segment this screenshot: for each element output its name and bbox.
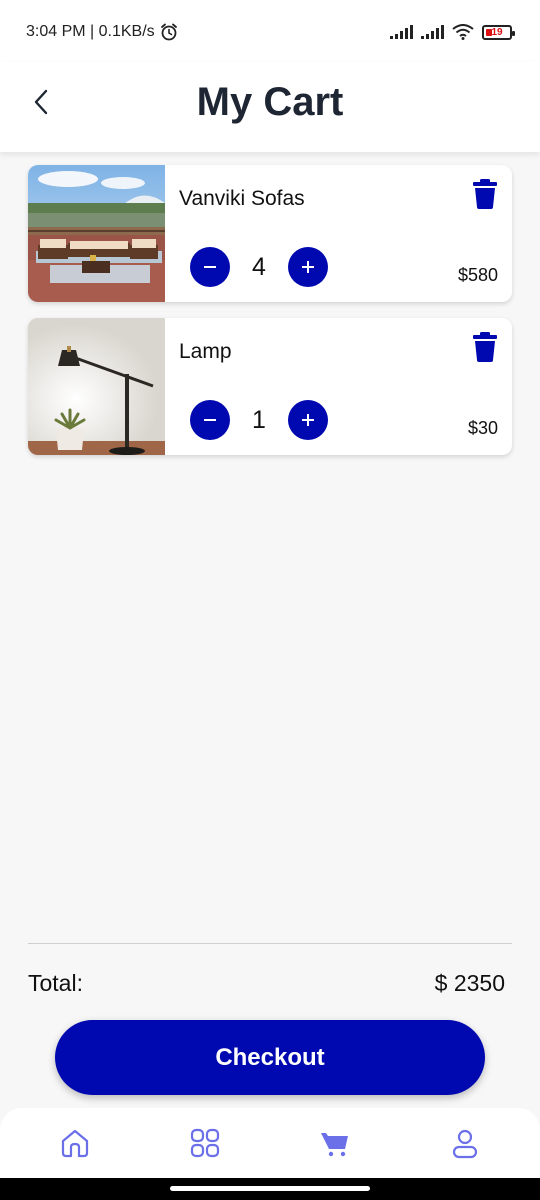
increase-quantity-button[interactable]	[288, 247, 328, 287]
gesture-bar	[0, 1178, 540, 1200]
wifi-icon	[452, 24, 474, 40]
cart-list: Vanviki Sofas 4 $580 Lamp 1 $30	[28, 165, 512, 471]
increase-quantity-button[interactable]	[288, 400, 328, 440]
plus-icon	[302, 414, 314, 426]
trash-icon	[473, 332, 497, 362]
delete-item-button[interactable]	[472, 179, 498, 209]
item-name: Lamp	[179, 340, 232, 363]
plus-icon	[302, 261, 314, 273]
checkout-button[interactable]: Checkout	[55, 1020, 485, 1095]
item-price: $30	[467, 418, 498, 438]
lamp-product-image	[28, 318, 165, 455]
minus-icon	[204, 419, 216, 421]
bottom-nav	[0, 1108, 540, 1178]
signal-icon-2	[421, 25, 444, 39]
status-icons: 19	[390, 24, 515, 40]
total-divider	[28, 943, 512, 944]
minus-icon	[204, 266, 216, 268]
decrease-quantity-button[interactable]	[190, 400, 230, 440]
delete-item-button[interactable]	[472, 332, 498, 362]
profile-icon	[452, 1129, 478, 1159]
home-icon	[61, 1129, 89, 1158]
item-name: Vanviki Sofas	[179, 187, 305, 210]
battery-icon: 19	[482, 24, 515, 40]
page-title: My Cart	[196, 80, 344, 124]
cart-icon	[321, 1133, 348, 1157]
sofa-product-image	[28, 165, 165, 302]
app-header: My Cart	[0, 62, 540, 152]
nav-cart[interactable]	[305, 1113, 365, 1173]
nav-categories[interactable]	[175, 1113, 235, 1173]
status-bar: 3:04 PM | 0.1KB/s 19	[0, 0, 540, 62]
nav-profile[interactable]	[435, 1113, 495, 1173]
quantity-value: 4	[252, 252, 266, 281]
alarm-icon	[160, 23, 177, 41]
trash-icon	[473, 179, 497, 209]
signal-icon	[390, 25, 413, 39]
item-price: $580	[457, 265, 498, 285]
status-time: 3:04 PM | 0.1KB/s	[26, 22, 179, 42]
total-value: $ 2350	[434, 970, 505, 996]
decrease-quantity-button[interactable]	[190, 247, 230, 287]
status-time-text: 3:04 PM | 0.1KB/s	[26, 23, 155, 40]
home-indicator[interactable]	[170, 1186, 370, 1191]
quantity-value: 1	[252, 405, 266, 434]
quantity-stepper: 1	[190, 400, 328, 440]
quantity-stepper: 4	[190, 247, 328, 287]
nav-home[interactable]	[45, 1113, 105, 1173]
total-label: Total:	[28, 970, 83, 996]
grid-icon	[190, 1128, 220, 1158]
cart-item: Lamp 1 $30	[28, 318, 512, 455]
battery-level: 19	[491, 26, 503, 38]
cart-item: Vanviki Sofas 4 $580	[28, 165, 512, 302]
